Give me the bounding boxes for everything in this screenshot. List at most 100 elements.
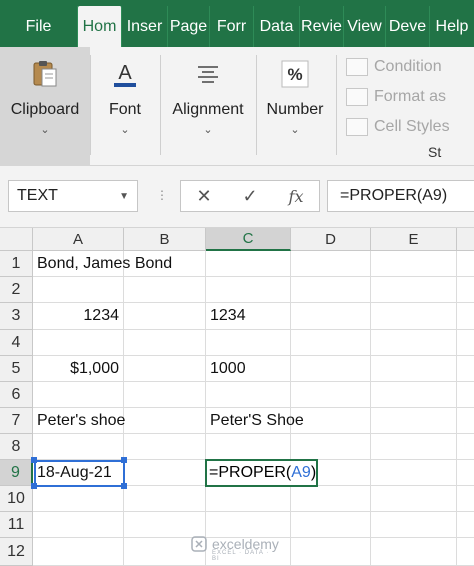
row-header-11[interactable]: 11 xyxy=(0,512,33,538)
cell-a9[interactable]: 18-Aug-21 xyxy=(33,460,124,486)
grid-cell[interactable] xyxy=(206,434,291,460)
grid-cell[interactable] xyxy=(291,330,371,356)
grid-cell[interactable] xyxy=(206,251,291,277)
grid-cell[interactable] xyxy=(371,251,457,277)
row-header-12[interactable]: 12 xyxy=(0,538,33,566)
grid-cell[interactable] xyxy=(457,330,474,356)
select-all-corner[interactable] xyxy=(0,228,33,251)
grid-cell[interactable] xyxy=(124,382,206,408)
grid-cell[interactable] xyxy=(371,277,457,303)
grid-cell[interactable] xyxy=(457,538,474,566)
grid-cell[interactable] xyxy=(124,277,206,303)
grid-cell[interactable] xyxy=(457,382,474,408)
row-header-2[interactable]: 2 xyxy=(0,277,33,303)
cell-c3[interactable]: 1234 xyxy=(206,303,291,330)
grid-cell[interactable] xyxy=(206,486,291,512)
grid-cell[interactable] xyxy=(291,512,371,538)
cell-a1[interactable]: Bond, James Bond xyxy=(33,251,172,277)
row-header-7[interactable]: 7 xyxy=(0,408,33,434)
cell-a3[interactable]: 1234 xyxy=(33,303,124,330)
grid-cell[interactable] xyxy=(457,434,474,460)
format-as-table-button[interactable]: Format as xyxy=(346,82,474,112)
grid-cell[interactable] xyxy=(291,303,371,330)
grid-cell[interactable] xyxy=(371,460,457,486)
grid-cell[interactable] xyxy=(206,330,291,356)
row-header-3[interactable]: 3 xyxy=(0,303,33,330)
grid-cell[interactable] xyxy=(371,356,457,382)
grid-cell[interactable] xyxy=(124,303,206,330)
grid-cell[interactable] xyxy=(291,277,371,303)
grid-cell[interactable] xyxy=(33,486,124,512)
tab-formulas[interactable]: Forr xyxy=(210,6,254,47)
reference-handle[interactable] xyxy=(31,457,37,463)
grid-cell[interactable] xyxy=(291,434,371,460)
grid-cell[interactable] xyxy=(33,434,124,460)
grid-cell[interactable] xyxy=(457,460,474,486)
row-header-8[interactable]: 8 xyxy=(0,434,33,460)
cell-a7[interactable]: Peter's shoe xyxy=(33,408,125,434)
grid-cell[interactable] xyxy=(124,408,206,434)
insert-function-icon[interactable]: fx xyxy=(281,187,311,206)
row-header-4[interactable]: 4 xyxy=(0,330,33,356)
conditional-formatting-button[interactable]: Condition xyxy=(346,52,474,82)
grid-cell[interactable] xyxy=(124,460,206,486)
grid-cell[interactable] xyxy=(457,486,474,512)
tab-home[interactable]: Hom xyxy=(78,6,122,47)
grid-cell[interactable] xyxy=(291,251,371,277)
font-group[interactable]: A Font ⌄ xyxy=(92,47,158,166)
resize-handle-icon[interactable]: ⋮ xyxy=(156,188,168,202)
formula-input[interactable]: =PROPER(A9) xyxy=(327,180,474,212)
row-header-10[interactable]: 10 xyxy=(0,486,33,512)
reference-handle[interactable] xyxy=(121,457,127,463)
tab-insert[interactable]: Inser xyxy=(122,6,168,47)
row-header-5[interactable]: 5 xyxy=(0,356,33,382)
grid-cell[interactable] xyxy=(33,277,124,303)
reference-handle[interactable] xyxy=(31,483,37,489)
row-header-1[interactable]: 1 xyxy=(0,251,33,277)
grid-cell[interactable] xyxy=(33,330,124,356)
cell-c9-editor[interactable]: =PROPER(A9) xyxy=(205,459,318,487)
column-header-e[interactable]: E xyxy=(371,228,457,251)
cell-a5[interactable]: $1,000 xyxy=(33,356,124,382)
grid-cell[interactable] xyxy=(33,538,124,566)
grid-cell[interactable] xyxy=(371,512,457,538)
column-header-c[interactable]: C xyxy=(206,228,291,251)
column-header-d[interactable]: D xyxy=(291,228,371,251)
grid-cell[interactable] xyxy=(457,303,474,330)
grid-cell[interactable] xyxy=(291,486,371,512)
tab-developer[interactable]: Deve xyxy=(386,6,430,47)
cell-c7[interactable]: Peter'S Shoe xyxy=(206,408,304,434)
grid-cell[interactable] xyxy=(371,303,457,330)
grid-cell[interactable] xyxy=(371,330,457,356)
clipboard-group[interactable]: Clipboard ⌄ xyxy=(0,47,90,166)
alignment-group[interactable]: Alignment ⌄ xyxy=(162,47,254,166)
grid-cell[interactable] xyxy=(371,434,457,460)
cancel-icon[interactable]: ✕ xyxy=(189,186,219,207)
grid-cell[interactable] xyxy=(457,251,474,277)
grid-cell[interactable] xyxy=(457,356,474,382)
reference-handle[interactable] xyxy=(121,483,127,489)
grid-cell[interactable] xyxy=(457,277,474,303)
column-header-a[interactable]: A xyxy=(33,228,124,251)
row-header-9[interactable]: 9 xyxy=(0,460,33,486)
enter-icon[interactable]: ✓ xyxy=(235,186,265,207)
name-box[interactable]: TEXT ▼ xyxy=(8,180,138,212)
grid-cell[interactable] xyxy=(124,330,206,356)
grid-cell[interactable] xyxy=(371,538,457,566)
tab-help[interactable]: Help xyxy=(430,6,474,47)
chevron-down-icon[interactable]: ▼ xyxy=(119,191,129,202)
grid-cell[interactable] xyxy=(371,408,457,434)
grid-cell[interactable] xyxy=(371,382,457,408)
grid-cell[interactable] xyxy=(457,408,474,434)
grid-cell[interactable] xyxy=(291,382,371,408)
grid-cell[interactable] xyxy=(124,486,206,512)
tab-page-layout[interactable]: Page xyxy=(168,6,210,47)
grid-cell[interactable] xyxy=(206,382,291,408)
tab-file[interactable]: File xyxy=(0,6,78,47)
grid-cell[interactable] xyxy=(291,356,371,382)
grid-cell[interactable] xyxy=(206,277,291,303)
grid-cell[interactable] xyxy=(33,512,124,538)
cell-c5[interactable]: 1000 xyxy=(206,356,291,382)
grid-cell[interactable] xyxy=(124,434,206,460)
row-header-6[interactable]: 6 xyxy=(0,382,33,408)
